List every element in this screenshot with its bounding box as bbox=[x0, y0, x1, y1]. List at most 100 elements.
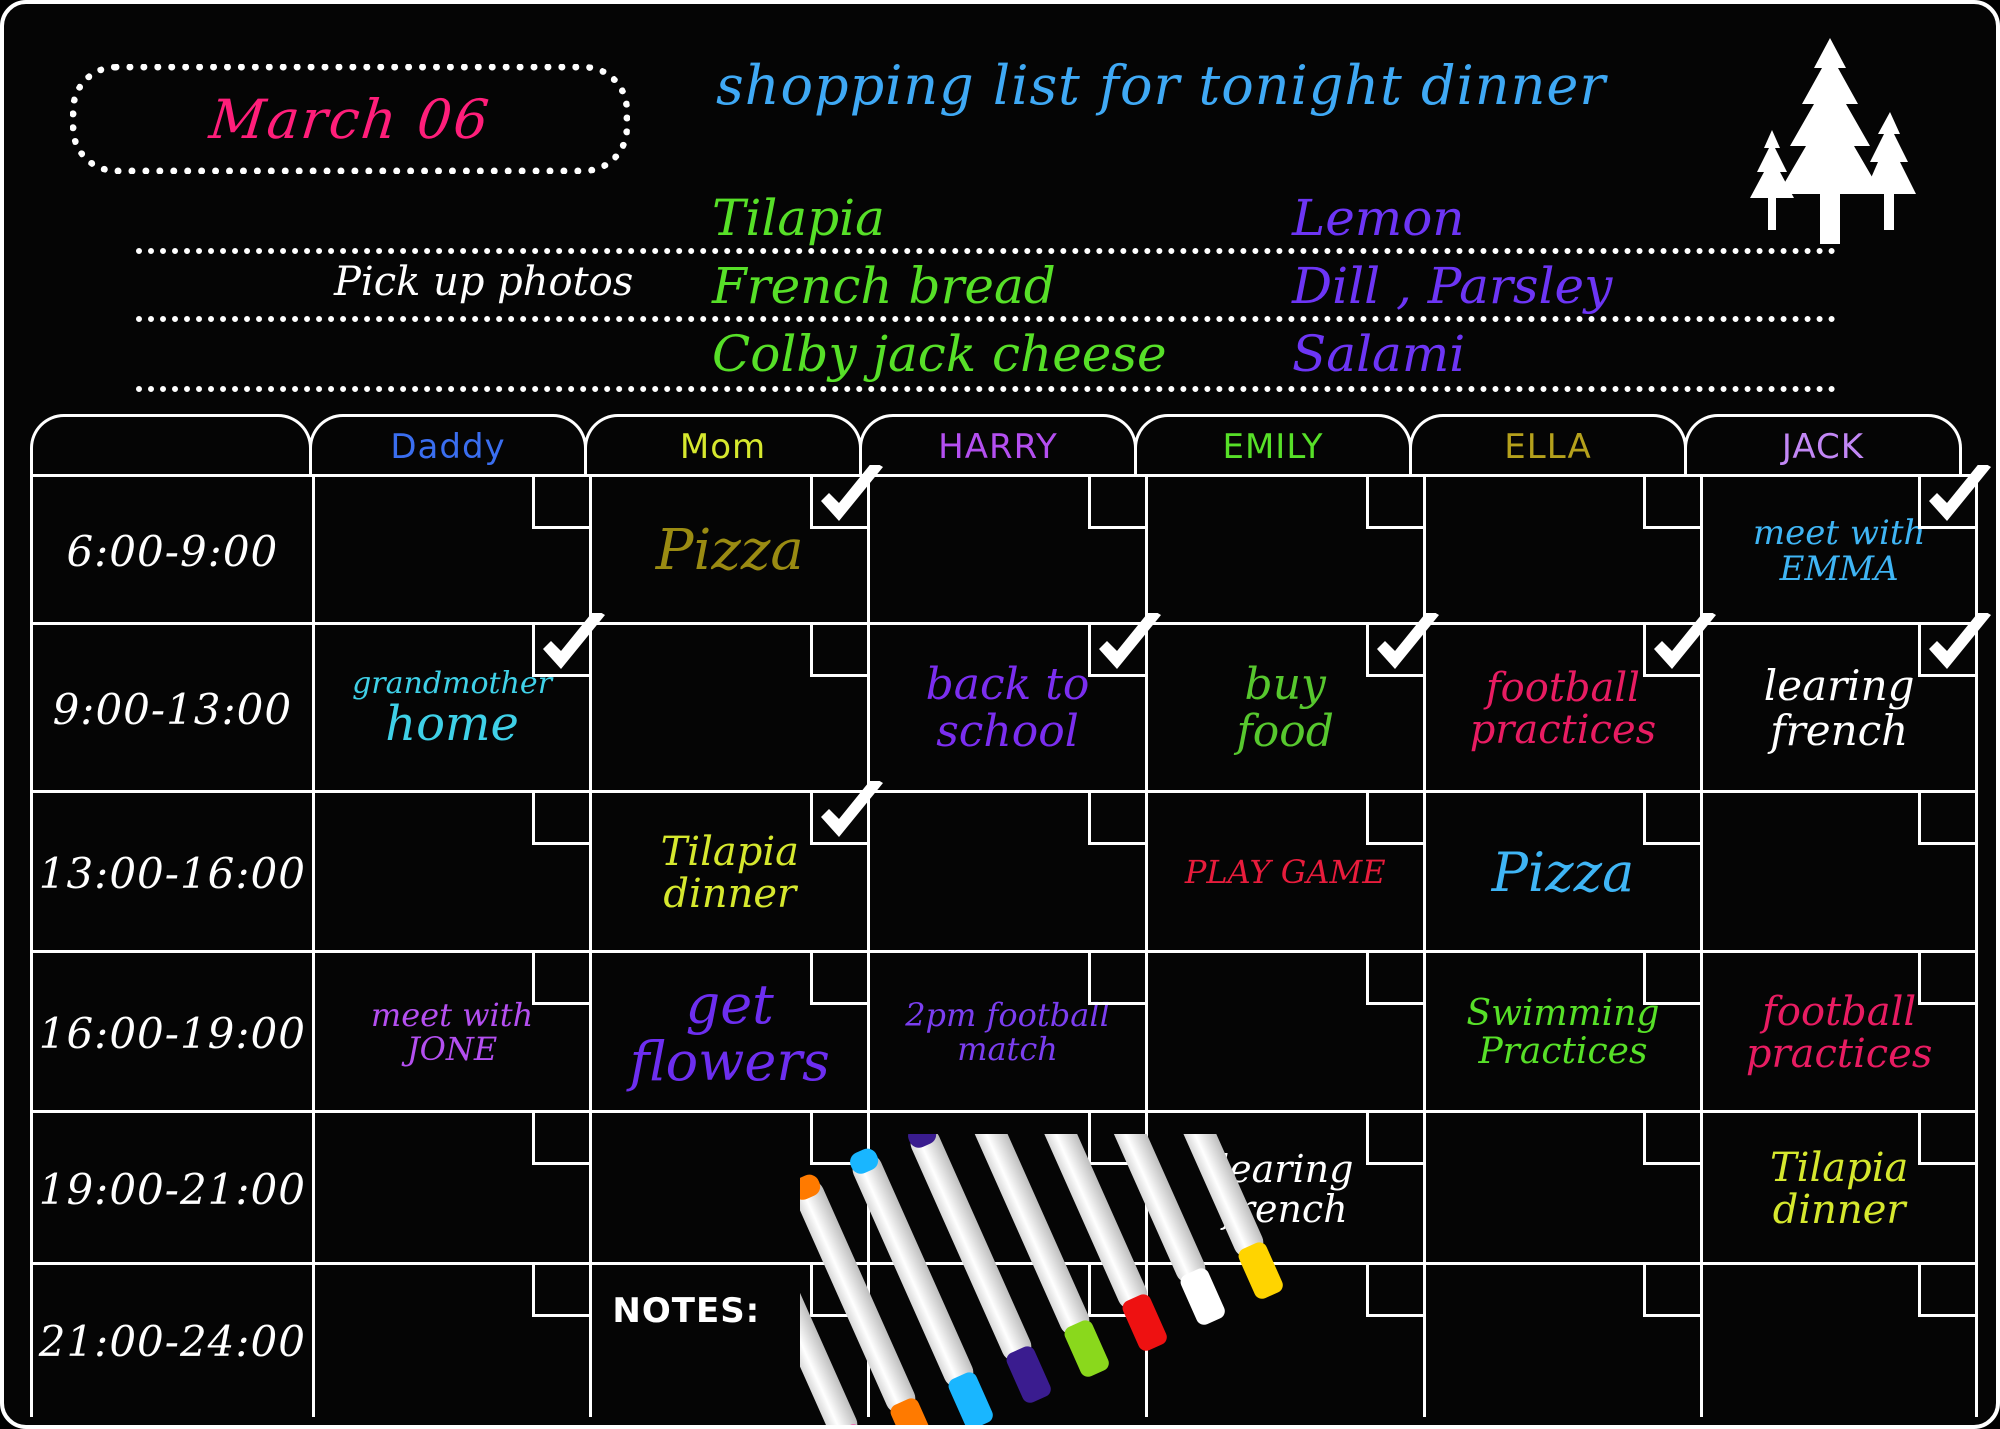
task-checkbox[interactable] bbox=[1365, 613, 1439, 677]
schedule-cell[interactable] bbox=[1422, 477, 1702, 625]
task-checkbox[interactable] bbox=[1643, 1113, 1702, 1165]
task-checkbox[interactable] bbox=[532, 1113, 591, 1165]
schedule-cell[interactable]: meet with EMMA bbox=[1700, 465, 1992, 625]
task-checkbox[interactable] bbox=[1087, 953, 1146, 1005]
schedule-cell[interactable] bbox=[1144, 477, 1424, 625]
schedule-cell[interactable] bbox=[1422, 1113, 1702, 1265]
schedule-cell[interactable] bbox=[1700, 793, 1979, 953]
schedule-entry: football practices bbox=[1736, 990, 1942, 1075]
entry-line: home bbox=[385, 696, 519, 753]
task-checkbox[interactable] bbox=[1365, 793, 1424, 845]
schedule-cell[interactable] bbox=[867, 793, 1146, 953]
schedule-cell[interactable]: Tilapia dinner bbox=[1700, 1113, 1979, 1265]
task-checkbox[interactable] bbox=[1087, 477, 1146, 529]
entry-line: buy bbox=[1244, 659, 1326, 711]
person-header-emily[interactable]: EMILY bbox=[1134, 414, 1412, 476]
schedule-cell[interactable]: learing french bbox=[1700, 613, 1992, 793]
task-checkbox[interactable] bbox=[1087, 1265, 1146, 1317]
person-header-harry[interactable]: HARRY bbox=[859, 414, 1137, 476]
entry-line: Tilapia bbox=[1769, 1144, 1909, 1191]
task-checkbox[interactable] bbox=[1643, 613, 1717, 677]
task-checkbox[interactable] bbox=[810, 953, 869, 1005]
task-checkbox[interactable] bbox=[532, 613, 606, 677]
task-checkbox[interactable] bbox=[1643, 793, 1702, 845]
schedule-cell[interactable] bbox=[589, 1113, 869, 1265]
schedule-cell[interactable] bbox=[867, 1265, 1146, 1417]
task-checkbox[interactable] bbox=[532, 793, 591, 845]
task-checkbox[interactable] bbox=[1918, 793, 1977, 845]
schedule-cell[interactable]: Pizza bbox=[589, 465, 884, 625]
task-checkbox[interactable] bbox=[1918, 1265, 1977, 1317]
schedule-entry: meet with EMMA bbox=[1743, 515, 1936, 587]
schedule-cell[interactable]: buy food bbox=[1144, 613, 1439, 793]
person-name: EMILY bbox=[1222, 426, 1324, 467]
task-checkbox[interactable] bbox=[1365, 1113, 1424, 1165]
schedule-cell[interactable]: get flowers bbox=[589, 953, 869, 1113]
schedule-entry: get flowers bbox=[620, 976, 840, 1091]
task-checkbox[interactable] bbox=[1087, 1113, 1146, 1165]
schedule-cell[interactable] bbox=[311, 1113, 591, 1265]
task-checkbox[interactable] bbox=[1918, 613, 1992, 677]
task-checkbox[interactable] bbox=[1087, 613, 1161, 677]
schedule-cell[interactable] bbox=[1144, 953, 1424, 1113]
task-checkbox[interactable] bbox=[1643, 1265, 1702, 1317]
task-checkbox[interactable] bbox=[532, 477, 591, 529]
time-slot-label: 6:00-9:00 bbox=[66, 526, 279, 576]
pickup-photos-note: Pick up photos bbox=[334, 259, 634, 305]
schedule-cell[interactable] bbox=[311, 477, 591, 625]
header-section: March 06 shopping list for tonight dinne… bbox=[4, 4, 1996, 416]
schedule-cell[interactable] bbox=[1700, 1265, 1979, 1417]
task-checkbox[interactable] bbox=[1643, 953, 1702, 1005]
schedule-cell[interactable] bbox=[867, 1113, 1146, 1265]
task-checkbox[interactable] bbox=[1365, 1265, 1424, 1317]
person-name: JACK bbox=[1781, 426, 1865, 467]
schedule-entry: learing french bbox=[1207, 1148, 1363, 1231]
date-field[interactable]: March 06 bbox=[70, 64, 630, 174]
schedule-cell[interactable]: football practices bbox=[1422, 613, 1717, 793]
schedule-cell[interactable]: Pizza bbox=[1422, 793, 1702, 953]
person-header-jack[interactable]: JACK bbox=[1684, 414, 1962, 476]
task-checkbox[interactable] bbox=[1918, 1113, 1977, 1165]
time-slot-cell: 13:00-16:00 bbox=[30, 793, 312, 953]
entry-line: EMMA bbox=[1779, 549, 1899, 589]
entry-line: french bbox=[1222, 1187, 1348, 1231]
task-checkbox[interactable] bbox=[810, 781, 884, 845]
schedule-cell[interactable] bbox=[1422, 1265, 1702, 1417]
date-text: March 06 bbox=[206, 87, 494, 151]
schedule-cell[interactable]: Tilapia dinner bbox=[589, 781, 884, 953]
person-name: Daddy bbox=[390, 426, 506, 467]
schedule-cell[interactable]: PLAY GAME bbox=[1144, 793, 1424, 953]
task-checkbox[interactable] bbox=[1087, 793, 1146, 845]
schedule-cell[interactable]: 2pm football match bbox=[867, 953, 1146, 1113]
schedule-cell[interactable]: learing french bbox=[1144, 1113, 1424, 1265]
checkmark-icon bbox=[1929, 613, 1992, 669]
schedule-cell[interactable]: Swimming Practices bbox=[1422, 953, 1702, 1113]
schedule-cell[interactable]: back to school bbox=[867, 613, 1161, 793]
task-checkbox[interactable] bbox=[1918, 953, 1977, 1005]
task-checkbox[interactable] bbox=[532, 953, 591, 1005]
task-checkbox[interactable] bbox=[1643, 477, 1702, 529]
schedule-cell[interactable]: grandmother home bbox=[311, 613, 606, 793]
task-checkbox[interactable] bbox=[1918, 465, 1992, 529]
task-checkbox[interactable] bbox=[810, 625, 869, 677]
task-checkbox[interactable] bbox=[810, 1265, 869, 1317]
schedule-cell[interactable] bbox=[311, 793, 591, 953]
task-checkbox[interactable] bbox=[1365, 477, 1424, 529]
schedule-cell[interactable]: football practices bbox=[1700, 953, 1979, 1113]
task-checkbox[interactable] bbox=[810, 465, 884, 529]
person-header-daddy[interactable]: Daddy bbox=[309, 414, 587, 476]
time-slot-label: 21:00-24:00 bbox=[38, 1316, 306, 1366]
person-header-row: Daddy Mom HARRY EMILY ELLA JACK bbox=[30, 414, 1978, 476]
schedule-cell[interactable]: NOTES: bbox=[589, 1265, 869, 1417]
task-checkbox[interactable] bbox=[532, 1265, 591, 1317]
person-header-ella[interactable]: ELLA bbox=[1409, 414, 1687, 476]
schedule-cell[interactable] bbox=[589, 625, 869, 793]
entry-line: match bbox=[957, 1030, 1058, 1068]
task-checkbox[interactable] bbox=[810, 1113, 869, 1165]
schedule-cell[interactable] bbox=[1144, 1265, 1424, 1417]
schedule-cell[interactable] bbox=[867, 477, 1146, 625]
schedule-cell[interactable] bbox=[311, 1265, 591, 1417]
shopping-item: Lemon bbox=[1292, 189, 1465, 247]
schedule-cell[interactable]: meet with JONE bbox=[311, 953, 591, 1113]
task-checkbox[interactable] bbox=[1365, 953, 1424, 1005]
